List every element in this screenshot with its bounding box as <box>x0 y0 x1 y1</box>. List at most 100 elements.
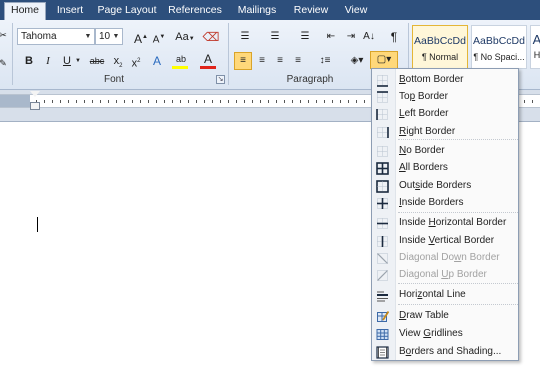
ruler-tick <box>124 100 125 103</box>
ruler-tick <box>164 100 165 103</box>
style-normal[interactable]: AaBbCcDd ¶ Normal <box>412 25 468 69</box>
change-case-label: Aa <box>175 31 189 43</box>
ruler-tick <box>340 100 341 103</box>
menu-item-label: Diagonal Up Border <box>399 269 487 280</box>
ruler-tick <box>148 100 149 103</box>
menu-item-label: All Borders <box>399 162 448 173</box>
tab-home[interactable]: Home <box>4 2 46 20</box>
view-gridlines-icon <box>376 328 389 341</box>
align-left-icon[interactable]: ≡ <box>234 52 252 70</box>
align-center-icon[interactable]: ≡ <box>253 52 271 70</box>
top-border-icon <box>376 91 389 104</box>
align-right-icon[interactable]: ≡ <box>271 52 289 70</box>
tab-review[interactable]: Review <box>290 3 332 20</box>
menu-item-inside-vertical-border[interactable]: Inside Vertical Border <box>373 233 518 250</box>
font-size-combo[interactable]: 10 ▼ <box>95 28 123 45</box>
paragraph-group-label: Paragraph <box>286 74 334 85</box>
tab-view[interactable]: View <box>338 3 374 20</box>
style-name: ¶ Normal <box>421 52 459 62</box>
superscript-button[interactable]: x2 <box>127 52 145 70</box>
ruler-tick <box>236 100 237 103</box>
borders-button[interactable]: ▢▾ <box>370 51 398 69</box>
group-separator <box>12 23 13 85</box>
ruler-tick <box>172 100 173 103</box>
justify-icon[interactable]: ≡ <box>289 52 307 70</box>
numbering-icon[interactable]: ☰ <box>264 28 286 46</box>
shading-icon[interactable]: ◈▾ <box>346 52 368 70</box>
style-heading[interactable]: A H <box>530 25 540 69</box>
menu-item-bottom-border[interactable]: Bottom Border <box>373 72 518 89</box>
ruler-tick <box>228 100 229 103</box>
chevron-down-icon[interactable]: ▼ <box>74 52 82 70</box>
first-line-indent-marker[interactable] <box>30 91 40 97</box>
font-color-bar <box>200 66 216 69</box>
ruler-tick <box>300 100 301 103</box>
ruler-tick <box>532 100 533 103</box>
grow-font-button[interactable]: A▲ <box>132 28 150 46</box>
style-sample: AaBbCcDd <box>414 35 466 47</box>
ruler-tick <box>84 100 85 103</box>
horizontal-line-icon <box>376 289 389 302</box>
menu-item-draw-table[interactable]: Draw Table <box>373 308 518 325</box>
menu-item-label: Inside Vertical Border <box>399 235 495 246</box>
shrink-font-button[interactable]: A▼ <box>150 28 168 46</box>
bold-button[interactable]: B <box>20 52 38 70</box>
clear-formatting-icon[interactable]: ⌫ <box>202 28 220 46</box>
menu-item-label: Inside Horizontal Border <box>399 217 507 228</box>
inside-horizontal-border-icon <box>376 217 389 230</box>
ruler-tick <box>60 100 61 103</box>
menu-item-all-borders[interactable]: All Borders <box>373 160 518 177</box>
font-group-label: Font <box>103 74 124 85</box>
ruler-tick <box>52 100 53 103</box>
cut-icon[interactable]: ✂ <box>0 26 8 44</box>
line-spacing-icon[interactable]: ↕≡ <box>314 52 336 70</box>
style-no-spacing[interactable]: AaBbCcDd ¶ No Spaci... <box>471 25 527 69</box>
change-case-button[interactable]: Aa▼ <box>174 28 196 46</box>
menu-item-label: Borders and Shading... <box>399 346 502 357</box>
menu-item-inside-borders[interactable]: Inside Borders <box>373 195 518 212</box>
font-size-value: 10 <box>99 31 111 42</box>
draw-table-icon <box>376 310 390 323</box>
font-name-combo[interactable]: Tahoma ▼ <box>17 28 95 45</box>
style-sample: A <box>532 32 540 47</box>
multilevel-list-icon[interactable]: ☰ <box>294 28 316 46</box>
tab-page-layout[interactable]: Page Layout <box>96 3 158 20</box>
ruler-tick <box>252 100 253 103</box>
style-name: ¶ No Spaci... <box>473 52 525 62</box>
left-indent-marker[interactable] <box>30 102 40 110</box>
font-dialog-launcher-icon[interactable]: ↘ <box>216 75 225 84</box>
menu-item-horizontal-line[interactable]: Horizontal Line <box>373 287 518 304</box>
menu-item-outside-borders[interactable]: Outside Borders <box>373 178 518 195</box>
ruler-tick <box>316 100 317 103</box>
tab-mailings[interactable]: Mailings <box>232 3 282 20</box>
sort-button[interactable]: A↓ <box>360 28 378 46</box>
ruler-tick <box>524 100 525 103</box>
menu-item-no-border[interactable]: No Border <box>373 143 518 160</box>
menu-item-borders-and-shading[interactable]: Borders and Shading... <box>373 344 518 361</box>
menu-item-top-border[interactable]: Top Border <box>373 89 518 106</box>
borders-menu: Bottom Border Top Border Left Border Right … <box>371 68 519 361</box>
menu-item-label: Horizontal Line <box>399 289 466 300</box>
ruler-tick <box>92 100 93 103</box>
ruler-tick <box>356 100 357 103</box>
borders-and-shading-icon <box>376 346 389 359</box>
decrease-indent-icon[interactable]: ⇤ <box>322 28 340 46</box>
subscript-button[interactable]: x2 <box>109 52 127 70</box>
bullets-icon[interactable]: ☰ <box>234 28 256 46</box>
tab-insert[interactable]: Insert <box>52 3 88 20</box>
inside-vertical-border-icon <box>376 235 389 248</box>
left-border-icon <box>376 108 389 121</box>
tab-references[interactable]: References <box>166 3 224 20</box>
show-formatting-marks-button[interactable]: ¶ <box>385 28 403 46</box>
ruler-tick <box>268 100 269 103</box>
format-painter-icon[interactable]: ✎ <box>0 54 8 72</box>
menu-item-left-border[interactable]: Left Border <box>373 106 518 123</box>
menu-item-inside-horizontal-border[interactable]: Inside Horizontal Border <box>373 215 518 232</box>
menu-item-view-gridlines[interactable]: View Gridlines <box>373 326 518 343</box>
outside-borders-icon <box>376 180 389 193</box>
bottom-border-icon <box>376 74 389 87</box>
strikethrough-button[interactable]: abc <box>86 52 108 70</box>
italic-button[interactable]: I <box>39 52 57 70</box>
text-effects-icon[interactable]: A <box>149 52 165 70</box>
increase-indent-icon[interactable]: ⇥ <box>342 28 360 46</box>
